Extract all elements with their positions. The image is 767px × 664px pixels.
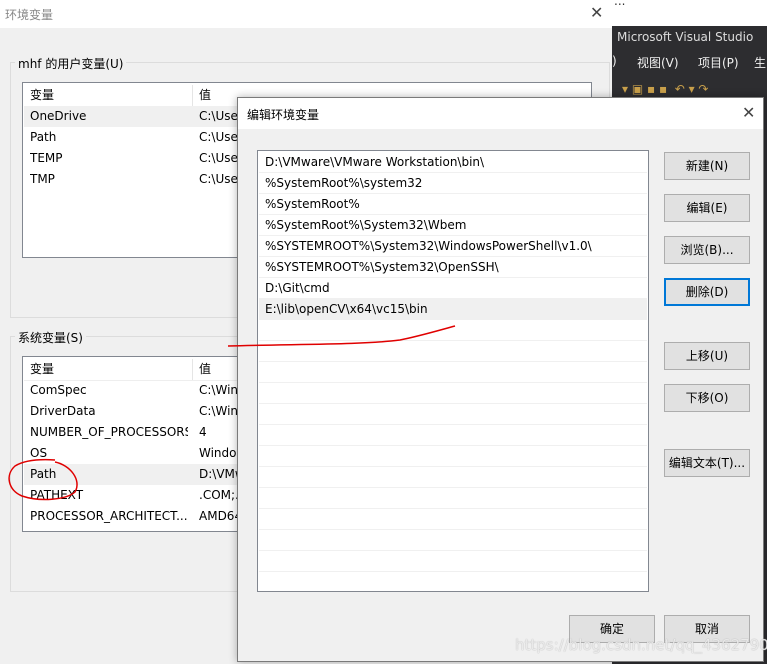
vs-title: Microsoft Visual Studio [617, 30, 754, 44]
path-entry[interactable]: %SYSTEMROOT%\System32\OpenSSH\ [259, 257, 647, 278]
delete-button[interactable]: 删除(D) [664, 278, 750, 306]
background-app-strip: ... [612, 0, 767, 26]
empty-row[interactable] [259, 530, 647, 551]
path-entry[interactable]: %SystemRoot%\system32 [259, 173, 647, 194]
edit-environment-variable-dialog: 编辑环境变量 ✕ D:\VMware\VMware Workstation\bi… [237, 97, 764, 662]
empty-row[interactable] [259, 572, 647, 593]
watermark: https://blog.csdn.net/qq_43627907 [515, 636, 767, 654]
empty-row[interactable] [259, 320, 647, 341]
variable-name: OneDrive [30, 109, 87, 123]
empty-row[interactable] [259, 383, 647, 404]
empty-row[interactable] [259, 488, 647, 509]
browse-button[interactable]: 浏览(B)... [664, 236, 750, 264]
user-variables-label: mhf 的用户变量(U) [15, 55, 127, 72]
column-header-variable[interactable]: 变量 [30, 85, 54, 106]
variable-name: NUMBER_OF_PROCESSORS [30, 425, 188, 439]
system-variables-label: 系统变量(S) [15, 329, 86, 346]
menu-item-project[interactable]: 项目(P) [698, 54, 739, 71]
variable-name: TEMP [30, 151, 63, 165]
path-entry[interactable]: D:\VMware\VMware Workstation\bin\ [259, 152, 647, 173]
menu-item[interactable]: ) [612, 54, 617, 68]
vs-menu: ) 视图(V) 项目(P) 生 [612, 54, 767, 72]
empty-row[interactable] [259, 446, 647, 467]
path-entry[interactable]: %SystemRoot% [259, 194, 647, 215]
vs-toolbar-icons[interactable]: ▾ ▣ ▪ ▪ ↶ ▾ ↷ [622, 82, 708, 96]
new-button[interactable]: 新建(N) [664, 152, 750, 180]
variable-name: DriverData [30, 404, 96, 418]
path-entry[interactable]: %SystemRoot%\System32\Wbem [259, 215, 647, 236]
close-icon[interactable]: ✕ [590, 3, 603, 22]
path-entry[interactable]: E:\lib\openCV\x64\vc15\bin [259, 299, 647, 320]
empty-row[interactable] [259, 425, 647, 446]
window-title: 环境变量 [5, 8, 54, 22]
menu-item-build[interactable]: 生 [754, 54, 766, 71]
variable-name: ComSpec [30, 383, 87, 397]
variable-name: OS [30, 446, 48, 460]
path-entry[interactable]: %SYSTEMROOT%\System32\WindowsPowerShell\… [259, 236, 647, 257]
variable-name: PATHEXT [30, 488, 84, 502]
empty-row[interactable] [259, 362, 647, 383]
path-entry[interactable]: D:\Git\cmd [259, 278, 647, 299]
column-header-variable[interactable]: 变量 [30, 359, 54, 380]
variable-name: Path [30, 130, 57, 144]
close-icon[interactable]: ✕ [742, 103, 755, 122]
edit-text-button[interactable]: 编辑文本(T)... [664, 449, 750, 477]
empty-row[interactable] [259, 551, 647, 572]
variable-name: PROCESSOR_ARCHITECT... [30, 509, 188, 523]
move-up-button[interactable]: 上移(U) [664, 342, 750, 370]
empty-row[interactable] [259, 467, 647, 488]
empty-row[interactable] [259, 404, 647, 425]
dialog-title-bar: 编辑环境变量 ✕ [238, 98, 763, 129]
variable-name: TMP [30, 172, 55, 186]
edit-button[interactable]: 编辑(E) [664, 194, 750, 222]
dialog-title: 编辑环境变量 [247, 108, 320, 122]
background-text: ... [614, 0, 626, 8]
empty-row[interactable] [259, 509, 647, 530]
menu-item-view[interactable]: 视图(V) [637, 54, 679, 71]
title-bar: 环境变量 ✕ [0, 0, 612, 28]
variable-name: Path [30, 467, 57, 481]
empty-row[interactable] [259, 341, 647, 362]
path-entries-list[interactable]: D:\VMware\VMware Workstation\bin\ %System… [257, 150, 649, 593]
move-down-button[interactable]: 下移(O) [664, 384, 750, 412]
